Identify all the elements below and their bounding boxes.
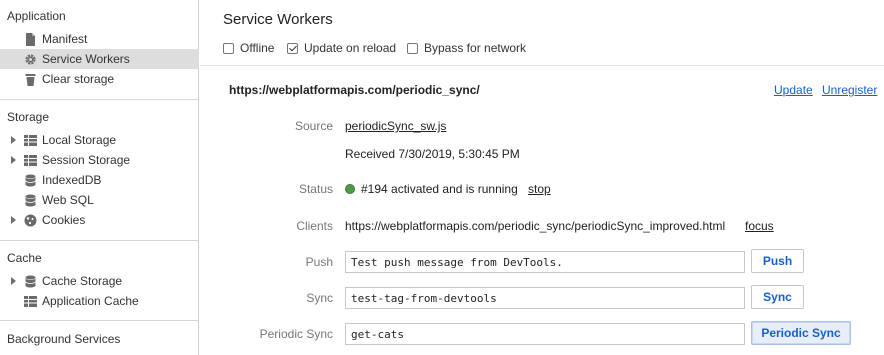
toolbar-divider xyxy=(200,65,884,66)
checkbox-box[interactable] xyxy=(287,43,298,54)
status-label: Status xyxy=(298,182,333,196)
expand-arrow-icon[interactable] xyxy=(11,156,16,164)
worker-scope-url: https://webplatformapis.com/periodic_syn… xyxy=(229,83,480,97)
periodic-sync-input[interactable] xyxy=(345,323,745,345)
checkbox-box[interactable] xyxy=(407,43,418,54)
push-label: Push xyxy=(305,255,333,269)
sidebar-item-label: Web SQL xyxy=(42,193,94,207)
expand-arrow-icon[interactable] xyxy=(11,216,16,224)
offline-checkbox[interactable]: Offline xyxy=(223,40,274,56)
database-icon xyxy=(25,194,36,207)
update-on-reload-checkbox[interactable]: Update on reload xyxy=(287,40,396,56)
grid-icon xyxy=(24,155,37,166)
sidebar-item-clear-storage[interactable]: Clear storage xyxy=(0,69,199,89)
unregister-link[interactable]: Unregister xyxy=(822,83,877,97)
update-link[interactable]: Update xyxy=(774,83,813,97)
periodic-sync-button[interactable]: Periodic Sync xyxy=(751,321,851,345)
bypass-for-network-label: Bypass for network xyxy=(424,41,527,55)
sidebar: Application Manifest Service Workers Cle… xyxy=(0,0,199,355)
sidebar-item-local-storage[interactable]: Local Storage xyxy=(0,130,199,150)
sidebar-item-label: IndexedDB xyxy=(42,173,102,187)
section-title-background-services: Background Services xyxy=(7,332,121,346)
page-title: Service Workers xyxy=(223,11,333,28)
clients-label: Clients xyxy=(296,219,333,233)
sidebar-item-label: Manifest xyxy=(42,32,88,46)
sidebar-item-label: Clear storage xyxy=(42,72,115,86)
sidebar-item-label: Local Storage xyxy=(42,133,117,147)
sidebar-item-cache-storage[interactable]: Cache Storage xyxy=(0,271,199,291)
status-indicator-icon xyxy=(345,184,355,194)
expand-arrow-icon[interactable] xyxy=(11,277,16,285)
stop-link[interactable]: stop xyxy=(528,182,551,196)
push-input[interactable] xyxy=(345,251,745,273)
section-title-cache: Cache xyxy=(7,251,42,265)
grid-icon xyxy=(24,296,37,307)
grid-icon xyxy=(24,135,37,146)
sidebar-item-application-cache[interactable]: Application Cache xyxy=(0,291,199,311)
section-title-storage: Storage xyxy=(7,110,50,124)
sidebar-item-label: Cookies xyxy=(42,213,86,227)
document-icon xyxy=(26,33,35,46)
sidebar-item-web-sql[interactable]: Web SQL xyxy=(0,190,199,210)
sidebar-item-indexeddb[interactable]: IndexedDB xyxy=(0,170,199,190)
trash-icon xyxy=(25,74,36,86)
source-label: Source xyxy=(294,119,333,133)
sidebar-item-label: Service Workers xyxy=(42,52,130,66)
section-title-application: Application xyxy=(7,9,66,23)
sync-input[interactable] xyxy=(345,287,745,309)
status-value: #194 activated and is running xyxy=(345,182,518,196)
sidebar-divider xyxy=(0,99,199,100)
sidebar-item-cookies[interactable]: Cookies xyxy=(0,210,199,230)
sidebar-item-label: Application Cache xyxy=(42,294,139,308)
source-file-link[interactable]: periodicSync_sw.js xyxy=(345,119,446,133)
cookie-icon xyxy=(24,214,37,227)
received-timestamp: Received 7/30/2019, 5:30:45 PM xyxy=(345,147,520,161)
periodic-sync-label: Periodic Sync xyxy=(259,327,333,341)
bypass-for-network-checkbox[interactable]: Bypass for network xyxy=(407,40,526,56)
database-icon xyxy=(25,275,36,288)
sidebar-divider xyxy=(0,320,199,321)
sidebar-item-label: Session Storage xyxy=(42,153,131,167)
push-button[interactable]: Push xyxy=(751,249,804,273)
sidebar-item-manifest[interactable]: Manifest xyxy=(0,29,199,49)
focus-link[interactable]: focus xyxy=(745,219,774,233)
sidebar-item-session-storage[interactable]: Session Storage xyxy=(0,150,199,170)
service-workers-panel: Service Workers Offline Update on reload… xyxy=(200,0,884,355)
client-url: https://webplatformapis.com/periodic_syn… xyxy=(345,219,726,233)
update-on-reload-label: Update on reload xyxy=(304,41,397,55)
sidebar-item-label: Cache Storage xyxy=(42,274,123,288)
checkbox-box[interactable] xyxy=(223,43,234,54)
sync-label: Sync xyxy=(306,291,333,305)
sync-button[interactable]: Sync xyxy=(751,285,804,309)
offline-label: Offline xyxy=(240,41,275,55)
database-icon xyxy=(25,174,36,187)
status-text: #194 activated and is running xyxy=(361,182,518,196)
sidebar-item-service-workers[interactable]: Service Workers xyxy=(0,49,199,69)
expand-arrow-icon[interactable] xyxy=(11,136,16,144)
sidebar-divider xyxy=(0,240,199,241)
gear-icon xyxy=(25,54,36,65)
